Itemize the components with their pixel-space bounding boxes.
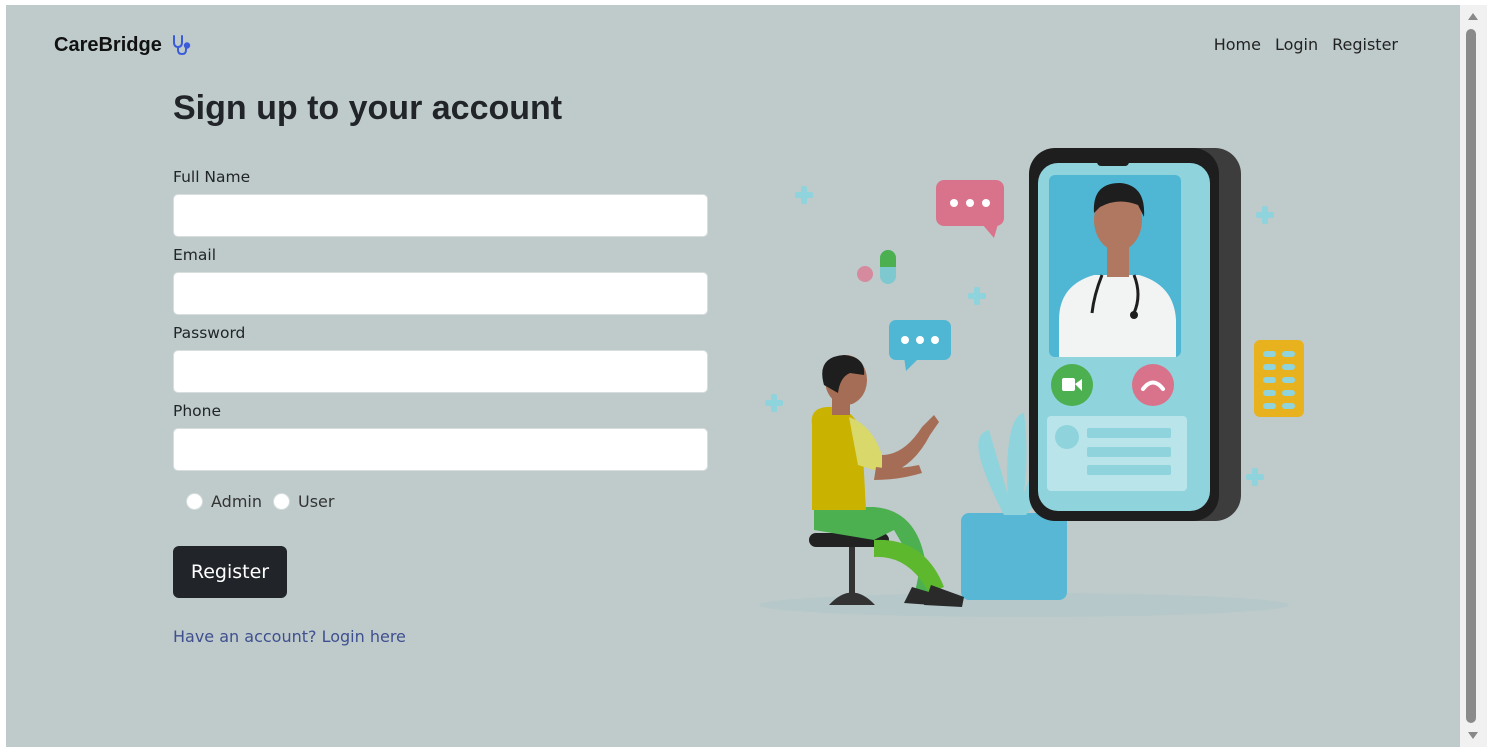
nav-register-link[interactable]: Register bbox=[1332, 35, 1398, 54]
full-name-label: Full Name bbox=[173, 168, 251, 186]
nav-home-link[interactable]: Home bbox=[1214, 35, 1261, 54]
brand[interactable]: CareBridge bbox=[54, 33, 194, 57]
login-link[interactable]: Have an account? Login here bbox=[173, 627, 406, 646]
scroll-up-arrow-icon[interactable] bbox=[1468, 13, 1478, 20]
stethoscope-icon bbox=[172, 35, 191, 56]
telemedicine-illustration bbox=[759, 148, 1304, 617]
user-radio[interactable] bbox=[273, 493, 290, 510]
password-input[interactable] bbox=[173, 350, 708, 393]
page-background: CareBridge Home Login Register Sign up t… bbox=[6, 5, 1460, 747]
top-nav: Home Login Register bbox=[1214, 35, 1398, 54]
page-title: Sign up to your account bbox=[173, 89, 563, 127]
admin-radio[interactable] bbox=[186, 493, 203, 510]
scroll-down-arrow-icon[interactable] bbox=[1468, 732, 1478, 739]
phone-input[interactable] bbox=[173, 428, 708, 471]
admin-radio-label: Admin bbox=[211, 492, 262, 511]
scrollbar-thumb[interactable] bbox=[1466, 29, 1476, 723]
full-name-input[interactable] bbox=[173, 194, 708, 237]
email-input[interactable] bbox=[173, 272, 708, 315]
role-option-admin[interactable]: Admin bbox=[186, 492, 262, 511]
nav-login-link[interactable]: Login bbox=[1275, 35, 1318, 54]
email-label: Email bbox=[173, 246, 217, 264]
phone-label: Phone bbox=[173, 402, 222, 420]
password-label: Password bbox=[173, 324, 246, 342]
role-option-user[interactable]: User bbox=[273, 492, 334, 511]
vertical-scrollbar[interactable] bbox=[1460, 5, 1487, 747]
role-selector: Admin User bbox=[186, 492, 345, 511]
brand-name: CareBridge bbox=[54, 33, 162, 56]
register-button[interactable]: Register bbox=[173, 546, 287, 598]
user-radio-label: User bbox=[298, 492, 335, 511]
